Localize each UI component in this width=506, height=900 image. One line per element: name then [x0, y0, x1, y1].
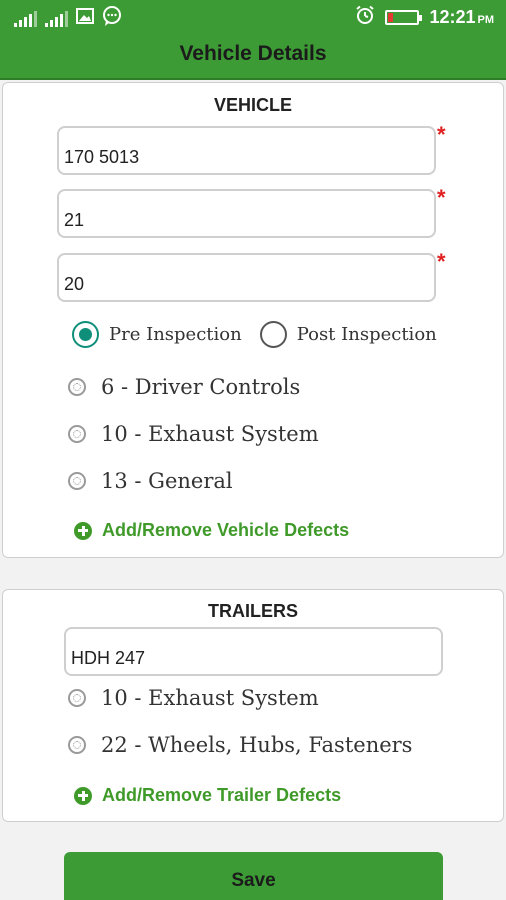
- battery-icon: [385, 10, 423, 25]
- defect-label: 10 - Exhaust System: [101, 422, 319, 446]
- defect-icon: [68, 472, 86, 490]
- alarm-icon: [355, 5, 375, 30]
- vehicle-defect-item[interactable]: 10 - Exhaust System: [68, 422, 319, 446]
- add-trailer-defects-label: Add/Remove Trailer Defects: [102, 785, 342, 805]
- vehicle-field-3[interactable]: [57, 253, 436, 302]
- radio-selected-icon[interactable]: [72, 321, 99, 348]
- pre-inspection-radio[interactable]: Pre Inspection: [72, 321, 242, 348]
- trailer-defect-item[interactable]: 22 - Wheels, Hubs, Fasteners: [68, 733, 412, 757]
- trailer-defect-item[interactable]: 10 - Exhaust System: [68, 686, 319, 710]
- pre-inspection-label: Pre Inspection: [109, 324, 242, 345]
- defect-icon: [68, 689, 86, 707]
- required-marker: *: [437, 249, 446, 274]
- add-vehicle-defects-label: Add/Remove Vehicle Defects: [102, 520, 350, 540]
- post-inspection-radio[interactable]: Post Inspection: [259, 321, 437, 348]
- vehicle-defect-item[interactable]: 13 - General: [68, 469, 233, 493]
- defect-label: 22 - Wheels, Hubs, Fasteners: [101, 733, 413, 757]
- required-marker: *: [437, 185, 446, 210]
- vehicle-section-title: VEHICLE: [213, 95, 292, 115]
- trailers-section-title: TRAILERS: [208, 601, 298, 621]
- inspection-type-group: Pre Inspection Post Inspection: [72, 321, 455, 348]
- defect-label: 6 - Driver Controls: [101, 375, 301, 399]
- app-bar: Vehicle Details: [0, 34, 506, 80]
- save-label: Save: [231, 870, 276, 891]
- plus-circle-icon: [74, 786, 92, 805]
- vehicle-field-2-input[interactable]: [64, 210, 404, 231]
- page-title: Vehicle Details: [179, 42, 327, 65]
- vehicle-defect-item[interactable]: 6 - Driver Controls: [68, 375, 300, 399]
- signal-icon: [45, 10, 68, 27]
- defect-icon: [68, 378, 86, 396]
- trailer-number-input[interactable]: [71, 648, 411, 669]
- post-inspection-label: Post Inspection: [296, 324, 437, 345]
- trailer-field[interactable]: [64, 627, 443, 676]
- chat-icon: [102, 6, 122, 31]
- vehicle-number-input[interactable]: [64, 147, 404, 168]
- save-button[interactable]: Save: [64, 852, 443, 900]
- radio-unselected-icon[interactable]: [259, 321, 287, 348]
- add-remove-trailer-defects-button[interactable]: Add/Remove Trailer Defects: [74, 785, 341, 806]
- vehicle-field-3-input[interactable]: [64, 274, 404, 295]
- plus-circle-icon: [74, 521, 92, 540]
- status-left-icons: [14, 6, 122, 31]
- add-remove-vehicle-defects-button[interactable]: Add/Remove Vehicle Defects: [74, 520, 349, 541]
- status-bar: 12:21 PM: [0, 0, 506, 34]
- status-time: 12:21 PM: [429, 7, 494, 27]
- signal-icon: [14, 10, 37, 27]
- defect-label: 13 - General: [101, 469, 233, 493]
- status-right-icons: 12:21 PM: [355, 5, 494, 30]
- required-marker: *: [437, 122, 446, 147]
- vehicle-field-2[interactable]: [57, 189, 436, 238]
- defect-icon: [68, 736, 86, 754]
- vehicle-field-1[interactable]: [57, 126, 436, 175]
- image-icon: [76, 8, 94, 29]
- defect-label: 10 - Exhaust System: [101, 686, 319, 710]
- defect-icon: [68, 425, 86, 443]
